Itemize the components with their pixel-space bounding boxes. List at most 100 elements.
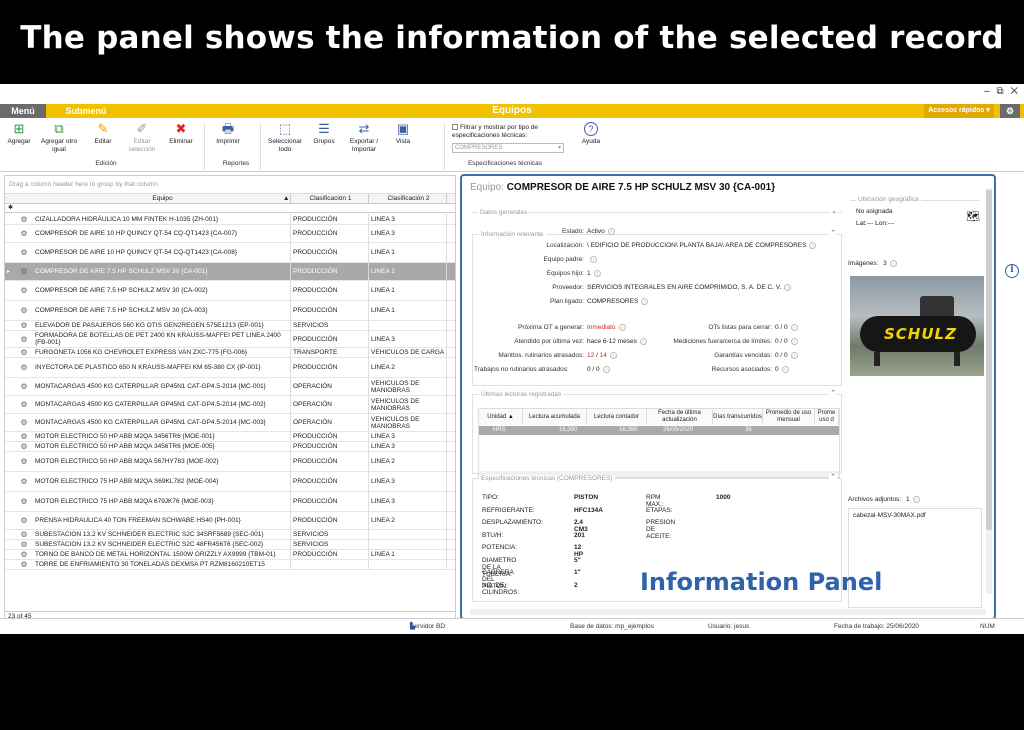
equipment-gear-icon: ⚙ <box>20 516 28 525</box>
go-arrow-icon[interactable]: › <box>889 260 897 267</box>
lect-col-fecha[interactable]: Fecha de última actualización <box>647 409 713 425</box>
go-arrow-icon[interactable]: › <box>790 324 798 331</box>
column-header-clasificacion-2[interactable]: Clasificación 2 <box>371 194 447 204</box>
spec-type-select[interactable]: COMPRESORES ▾ <box>452 143 564 153</box>
user-settings-icon[interactable]: ⚙ <box>1000 104 1020 118</box>
caption-banner: The panel shows the information of the s… <box>0 0 1024 84</box>
go-arrow-icon[interactable]: › <box>602 366 610 373</box>
table-row[interactable]: ⚙ MONTACARGAS 4500 KG CATERPILLAR GP45N1 … <box>5 414 455 432</box>
expand-icon[interactable]: ⌄ <box>830 208 838 216</box>
lect-col-contador[interactable]: Lectura contador <box>587 409 647 425</box>
spec-label: ETAPAS: <box>646 506 673 514</box>
lect-col-dias[interactable]: Días transcurridos <box>713 409 763 425</box>
cell-clasificacion-1: PRODUCCIÓN <box>293 452 369 471</box>
table-row[interactable]: ⚙ CIZALLADORA HIDRÁULICA 10 MM FINTEK H-1… <box>5 214 455 225</box>
go-arrow-icon[interactable]: › <box>641 298 649 305</box>
cell-clasificacion-2: VEHICULOS DE MANIOBRAS <box>371 378 447 395</box>
table-row[interactable]: ⚙ PRENSA HIDRAULICA 40 TON FREEMAN SCHWAB… <box>5 512 455 530</box>
view-button[interactable]: ▣ Vista <box>390 122 416 146</box>
info-toggle-icon[interactable]: i <box>1005 264 1019 278</box>
go-arrow-icon[interactable]: › <box>784 284 792 291</box>
user-status: Usuario: jesus <box>708 623 750 630</box>
go-arrow-icon[interactable]: › <box>609 352 617 359</box>
go-arrow-icon[interactable]: › <box>593 270 601 277</box>
cell-equipo: SUBESTACION 13.2 KV SCHNEIDER ELECTRIC S… <box>35 530 291 539</box>
menu-button[interactable]: Menú <box>0 104 46 118</box>
go-arrow-icon[interactable]: › <box>790 338 798 345</box>
table-row[interactable]: ⚙ INYECTORA DE PLASTICO 650 N KRAUSS-MAFF… <box>5 358 455 378</box>
go-arrow-icon[interactable]: › <box>607 228 615 235</box>
map-icon[interactable]: 🗺 <box>966 210 980 223</box>
print-button[interactable]: 🖶 Imprimir <box>210 122 246 146</box>
table-row[interactable]: ⚙ MONTACARGAS 4500 KG CATERPILLAR GP45N1 … <box>5 396 455 414</box>
table-row[interactable]: ⚙ TORRE DE ENFRIAMIENTO 30 TONELADAS DEXM… <box>5 560 455 570</box>
go-arrow-icon[interactable]: › <box>639 338 647 345</box>
table-row[interactable]: ⚙ COMPRESOR DE AIRE 10 HP QUINCY QT-54 CQ… <box>5 225 455 243</box>
equipment-gear-icon: ⚙ <box>20 248 28 257</box>
info-field: Estado: Activo › <box>474 228 615 235</box>
table-row[interactable]: ⚙ MOTOR ELECTRICO 50 HP ABB M2QA 3456TR6 … <box>5 442 455 452</box>
lecturas-table: Unidad ▲ Lectura acumulada Lectura conta… <box>478 408 840 478</box>
cell-equipo: MOTOR ELECTRICO 50 HP ABB M2QA 3456TR6 {… <box>35 432 291 441</box>
lect-col-promedio-2[interactable]: Prome uso d <box>815 409 839 425</box>
edit-button[interactable]: ✎ Editar <box>90 122 116 146</box>
table-row[interactable]: ⚙ SUBESTACION 13.2 KV SCHNEIDER ELECTRIC … <box>5 540 455 550</box>
table-row[interactable]: ⚙ MOTOR ELECTRICO 75 HP ABB M2QA 679JK76 … <box>5 492 455 512</box>
cell-equipo: COMPRESOR DE AIRE 7.5 HP SCHULZ MSV 30 {… <box>35 263 291 280</box>
cell-clasificacion-1: SERVICIOS <box>293 530 369 539</box>
go-arrow-icon[interactable]: › <box>809 242 817 249</box>
submenu-button[interactable]: Submenú <box>48 104 124 118</box>
attachment-file[interactable]: cabezal-MSV-30MAX.pdf <box>853 512 926 519</box>
help-button[interactable]: ? Ayuda <box>578 122 604 146</box>
grid-filter-row[interactable]: ✱ <box>5 204 455 213</box>
sort-asc-icon[interactable]: ▲ <box>283 194 289 204</box>
delete-button[interactable]: ✖ Eliminar <box>166 122 196 146</box>
info-hscroll[interactable] <box>470 609 986 615</box>
table-row[interactable]: ⚙ COMPRESOR DE AIRE 10 HP QUINCY QT-54 CQ… <box>5 243 455 263</box>
lecturas-row[interactable]: HRS 16,390 16,390 26/05/2020 36 <box>479 426 839 435</box>
table-row[interactable]: ⚙ MONTACARGAS 4500 KG CATERPILLAR GP45N1 … <box>5 378 455 396</box>
table-row[interactable]: ⚙ FORMADORA DE BOTELLAS DE PET 2400 KN KR… <box>5 331 455 348</box>
go-arrow-icon[interactable]: › <box>912 496 920 503</box>
collapse-icon[interactable]: ⌃ <box>829 474 837 482</box>
table-row[interactable]: ▸ ⚙ COMPRESOR DE AIRE 7.5 HP SCHULZ MSV 30… <box>5 263 455 281</box>
go-arrow-icon[interactable]: › <box>781 366 789 373</box>
table-row[interactable]: ⚙ FURGONETA 1056 KG CHEVROLET EXPRESS VAN… <box>5 348 455 358</box>
table-row[interactable]: ⚙ MOTOR ELECTRICO 50 HP ABB M2QA 567HY783… <box>5 452 455 472</box>
filter-checkbox[interactable] <box>452 124 458 131</box>
row-indicator-icon: ▸ <box>7 269 11 275</box>
table-row[interactable]: ⚙ TORNO DE BANCO DE METAL HORIZONTAL 1500… <box>5 550 455 560</box>
column-header-equipo[interactable]: Equipo <box>35 194 291 204</box>
lect-col-promedio[interactable]: Promedio de uso mensual <box>763 409 815 425</box>
table-row[interactable]: ⚙ COMPRESOR DE AIRE 7.5 HP SCHULZ MSV 30 … <box>5 301 455 321</box>
add-copy-button[interactable]: ⧉ Agregar otro igual <box>36 122 82 154</box>
lect-col-unidad[interactable]: Unidad ▲ <box>479 409 523 425</box>
quick-access-button[interactable]: Accesos rápidos ▾ <box>924 104 994 118</box>
spec-filter[interactable]: Filtrar y mostrar por tipo de especifica… <box>452 124 572 153</box>
go-arrow-icon[interactable]: › <box>618 324 626 331</box>
equipment-photo[interactable]: SCHULZ <box>850 276 984 376</box>
section-datos-generales[interactable]: Datos generales ⌄ <box>472 208 842 216</box>
select-all-button[interactable]: ⬚ Seleccionar todo <box>264 122 306 154</box>
cell-clasificacion-1: PRODUCCIÓN <box>293 442 369 451</box>
go-arrow-icon[interactable]: › <box>590 256 597 263</box>
lect-col-acumulada[interactable]: Lectura acumulada <box>523 409 587 425</box>
collapse-icon[interactable]: ⌃ <box>829 390 837 398</box>
go-arrow-icon[interactable]: › <box>790 352 798 359</box>
table-row[interactable]: ⚙ ELEVADOR DE PASAJEROS 560 KG OTIS GEN2R… <box>5 321 455 331</box>
edit-selection-button[interactable]: ✐ Editar selección <box>124 122 160 154</box>
export-import-button[interactable]: ⇄ Exportar / Importar <box>344 122 384 154</box>
table-row[interactable]: ⚙ MOTOR ELECTRICO 75 HP ABB M2QA S69KL782… <box>5 472 455 492</box>
collapse-icon[interactable]: ⌃ <box>829 230 837 238</box>
window-controls[interactable]: – ⧉ ✕ <box>984 86 1020 97</box>
table-row[interactable]: ⚙ COMPRESOR DE AIRE 7.5 HP SCHULZ MSV 30 … <box>5 281 455 301</box>
add-button[interactable]: ⊞ Agregar <box>6 122 32 146</box>
equipment-gear-icon: ⚙ <box>20 286 28 295</box>
cell-equipo: SUBESTACION 13.2 KV SCHNEIDER ELECTRIC S… <box>35 540 291 549</box>
garantias: Garantías vencidas: 0 / 0 › <box>662 352 798 359</box>
table-row[interactable]: ⚙ MOTOR ELECTRICO 50 HP ABB M2QA 3456TR6 … <box>5 432 455 442</box>
groups-button[interactable]: ☰ Grupos <box>308 122 340 146</box>
column-header-clasificacion-1[interactable]: Clasificación 1 <box>293 194 369 204</box>
info-vscroll[interactable] <box>986 188 992 594</box>
table-row[interactable]: ⚙ SUBESTACION 13.2 KV SCHNEIDER ELECTRIC … <box>5 530 455 540</box>
